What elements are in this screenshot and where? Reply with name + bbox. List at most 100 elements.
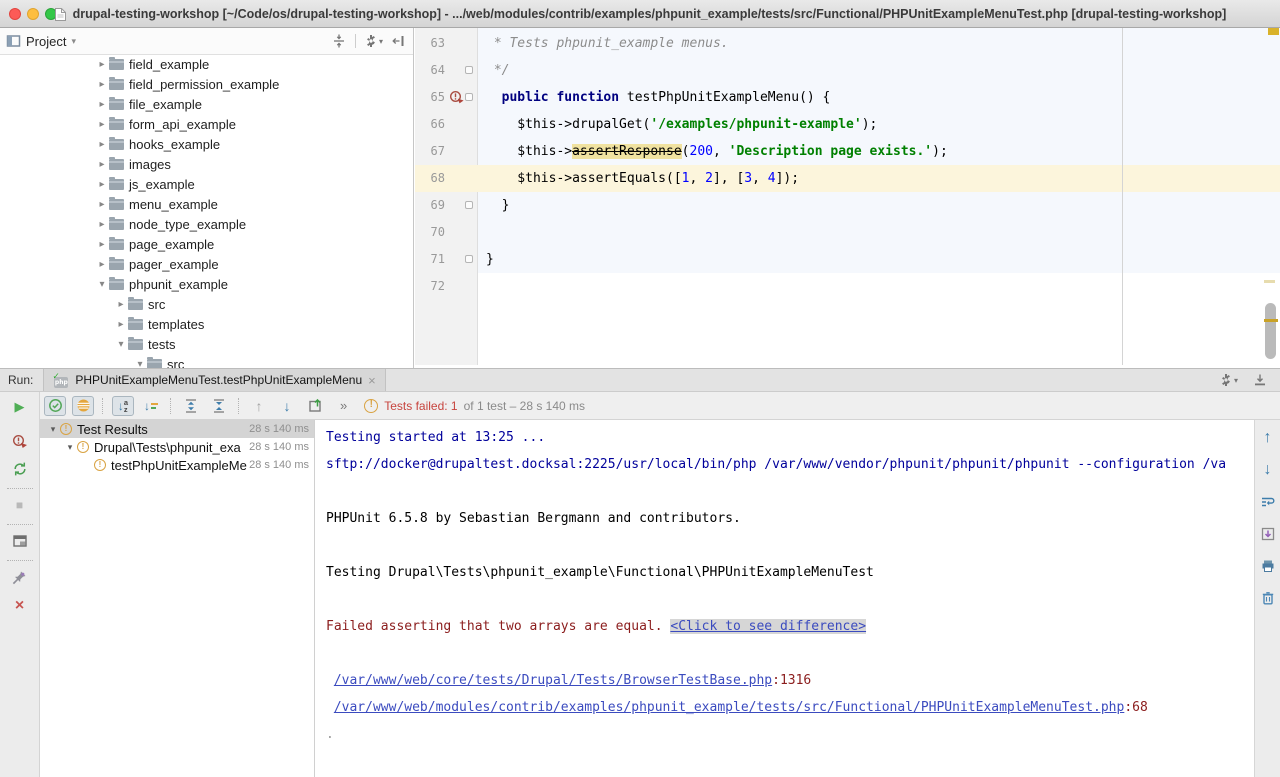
hide-panel-icon[interactable]: [391, 33, 407, 49]
editor-line-72[interactable]: 72: [415, 273, 1280, 300]
tree-chevron-icon[interactable]: ▸: [95, 119, 109, 130]
tree-item-form_api_example[interactable]: ▸form_api_example: [0, 114, 413, 134]
collapse-all-button[interactable]: [208, 396, 230, 416]
show-passed-toggle[interactable]: [44, 396, 66, 416]
code-text[interactable]: $this->drupalGet('/examples/phpunit-exam…: [478, 111, 1280, 138]
tree-item-field_permission_example[interactable]: ▸field_permission_example: [0, 74, 413, 94]
chevron-down-icon[interactable]: ▾: [71, 36, 76, 47]
code-text[interactable]: $this->assertResponse(200, 'Description …: [478, 138, 1280, 165]
print-button[interactable]: [1260, 558, 1276, 574]
test-console[interactable]: Testing started at 13:25 ...sftp://docke…: [315, 420, 1254, 777]
line-number[interactable]: 72: [415, 273, 445, 300]
tree-chevron-icon[interactable]: ▸: [95, 199, 109, 210]
collapse-expand-icon[interactable]: [331, 33, 347, 49]
next-occurrence-button[interactable]: ↓: [276, 396, 298, 416]
tree-item-pager_example[interactable]: ▸pager_example: [0, 254, 413, 274]
editor-scrollbar-thumb[interactable]: [1265, 303, 1276, 359]
tree-item-node_type_example[interactable]: ▸node_type_example: [0, 214, 413, 234]
pin-tab-button[interactable]: [9, 567, 31, 587]
line-number[interactable]: 67: [415, 138, 445, 165]
tree-chevron-icon[interactable]: ▸: [114, 299, 128, 310]
console-link[interactable]: /var/www/web/core/tests/Drupal/Tests/Bro…: [334, 673, 772, 688]
line-number[interactable]: 71: [415, 246, 445, 273]
tree-chevron-icon[interactable]: ▸: [95, 179, 109, 190]
editor-line-69[interactable]: 69 }: [415, 192, 1280, 219]
tree-item-src[interactable]: ▸src: [0, 294, 413, 314]
restore-layout-button[interactable]: [9, 531, 31, 551]
code-text[interactable]: [478, 219, 1280, 246]
close-button[interactable]: ×: [9, 596, 31, 616]
tree-item-page_example[interactable]: ▸page_example: [0, 234, 413, 254]
console-link[interactable]: <Click to see difference>: [670, 619, 866, 634]
code-text[interactable]: }: [478, 246, 1280, 273]
gear-icon[interactable]: ▾: [364, 34, 383, 48]
hide-panel-icon[interactable]: [1252, 372, 1268, 388]
scroll-to-end-button[interactable]: [1260, 526, 1276, 542]
toggle-auto-test-button[interactable]: [9, 459, 31, 479]
tree-chevron-icon[interactable]: ▸: [95, 239, 109, 250]
tree-chevron-icon[interactable]: ▸: [95, 99, 109, 110]
line-number[interactable]: 63: [415, 30, 445, 57]
code-editor[interactable]: 63 * Tests phpunit_example menus.64 */65…: [415, 28, 1280, 365]
code-text[interactable]: public function testPhpUnitExampleMenu()…: [478, 84, 1280, 111]
line-number[interactable]: 70: [415, 219, 445, 246]
tree-chevron-icon[interactable]: ▸: [95, 159, 109, 170]
soft-wrap-button[interactable]: [1260, 494, 1276, 510]
line-number[interactable]: 64: [415, 57, 445, 84]
close-icon[interactable]: ×: [368, 374, 376, 387]
code-text[interactable]: [478, 273, 1280, 300]
failed-test-gutter-icon[interactable]: [449, 90, 464, 104]
tree-chevron-icon[interactable]: ▸: [95, 259, 109, 270]
line-number[interactable]: 68: [415, 165, 445, 192]
tree-item-templates[interactable]: ▸templates: [0, 314, 413, 334]
stop-button[interactable]: ■: [9, 495, 31, 515]
gear-icon[interactable]: ▾: [1219, 373, 1238, 387]
result-row[interactable]: ▾!Drupal\Tests\phpunit_exa28 s 140 ms: [40, 438, 314, 456]
editor-line-65[interactable]: 65 public function testPhpUnitExampleMen…: [415, 84, 1280, 111]
tree-item-field_example[interactable]: ▸field_example: [0, 54, 413, 74]
export-test-results-button[interactable]: [304, 396, 326, 416]
tree-item-hooks_example[interactable]: ▸hooks_example: [0, 134, 413, 154]
editor-line-63[interactable]: 63 * Tests phpunit_example menus.: [415, 30, 1280, 57]
sort-by-duration-button[interactable]: ↓: [140, 396, 162, 416]
project-panel-title[interactable]: Project: [26, 34, 66, 49]
tree-item-menu_example[interactable]: ▸menu_example: [0, 194, 413, 214]
tree-chevron-icon[interactable]: ▾: [46, 424, 60, 435]
run-configuration-tab[interactable]: php✓ PHPUnitExampleMenuTest.testPhpUnitE…: [43, 369, 385, 391]
result-row[interactable]: ▾!Test Results28 s 140 ms: [40, 420, 314, 438]
line-number[interactable]: 69: [415, 192, 445, 219]
tree-item-images[interactable]: ▸images: [0, 154, 413, 174]
sort-alphabetically-toggle[interactable]: ↓ az: [112, 396, 134, 416]
inspection-indicator[interactable]: [1268, 28, 1279, 35]
fold-marker-icon[interactable]: [465, 201, 473, 209]
editor-line-68[interactable]: 68 $this->assertEquals([1, 2], [3, 4]);: [415, 165, 1280, 192]
code-text[interactable]: * Tests phpunit_example menus.: [478, 30, 1280, 57]
editor-line-67[interactable]: 67 $this->assertResponse(200, 'Descripti…: [415, 138, 1280, 165]
tree-chevron-icon[interactable]: ▾: [95, 279, 109, 290]
fold-marker-icon[interactable]: [465, 66, 473, 74]
editor-line-71[interactable]: 71}: [415, 246, 1280, 273]
tree-item-phpunit_example[interactable]: ▾phpunit_example: [0, 274, 413, 294]
code-text[interactable]: */: [478, 57, 1280, 84]
code-text[interactable]: $this->assertEquals([1, 2], [3, 4]);: [478, 165, 1280, 192]
tree-item-tests[interactable]: ▾tests: [0, 334, 413, 354]
rerun-button[interactable]: ▶: [9, 397, 31, 417]
tree-chevron-icon[interactable]: ▸: [95, 59, 109, 70]
show-ignored-toggle[interactable]: [72, 396, 94, 416]
down-stacktrace-button[interactable]: ↓: [1260, 462, 1276, 478]
expand-all-button[interactable]: [180, 396, 202, 416]
up-stacktrace-button[interactable]: ↑: [1260, 430, 1276, 446]
line-number[interactable]: 65: [415, 84, 445, 111]
tree-chevron-icon[interactable]: ▾: [63, 442, 77, 453]
tree-chevron-icon[interactable]: ▸: [114, 319, 128, 330]
fold-marker-icon[interactable]: [465, 93, 473, 101]
line-number[interactable]: 66: [415, 111, 445, 138]
tree-item-file_example[interactable]: ▸file_example: [0, 94, 413, 114]
clear-all-button[interactable]: [1260, 590, 1276, 606]
code-text[interactable]: }: [478, 192, 1280, 219]
tree-chevron-icon[interactable]: ▾: [133, 359, 147, 369]
editor-line-66[interactable]: 66 $this->drupalGet('/examples/phpunit-e…: [415, 111, 1280, 138]
tree-chevron-icon[interactable]: ▸: [95, 79, 109, 90]
fold-marker-icon[interactable]: [465, 255, 473, 263]
editor-line-70[interactable]: 70: [415, 219, 1280, 246]
